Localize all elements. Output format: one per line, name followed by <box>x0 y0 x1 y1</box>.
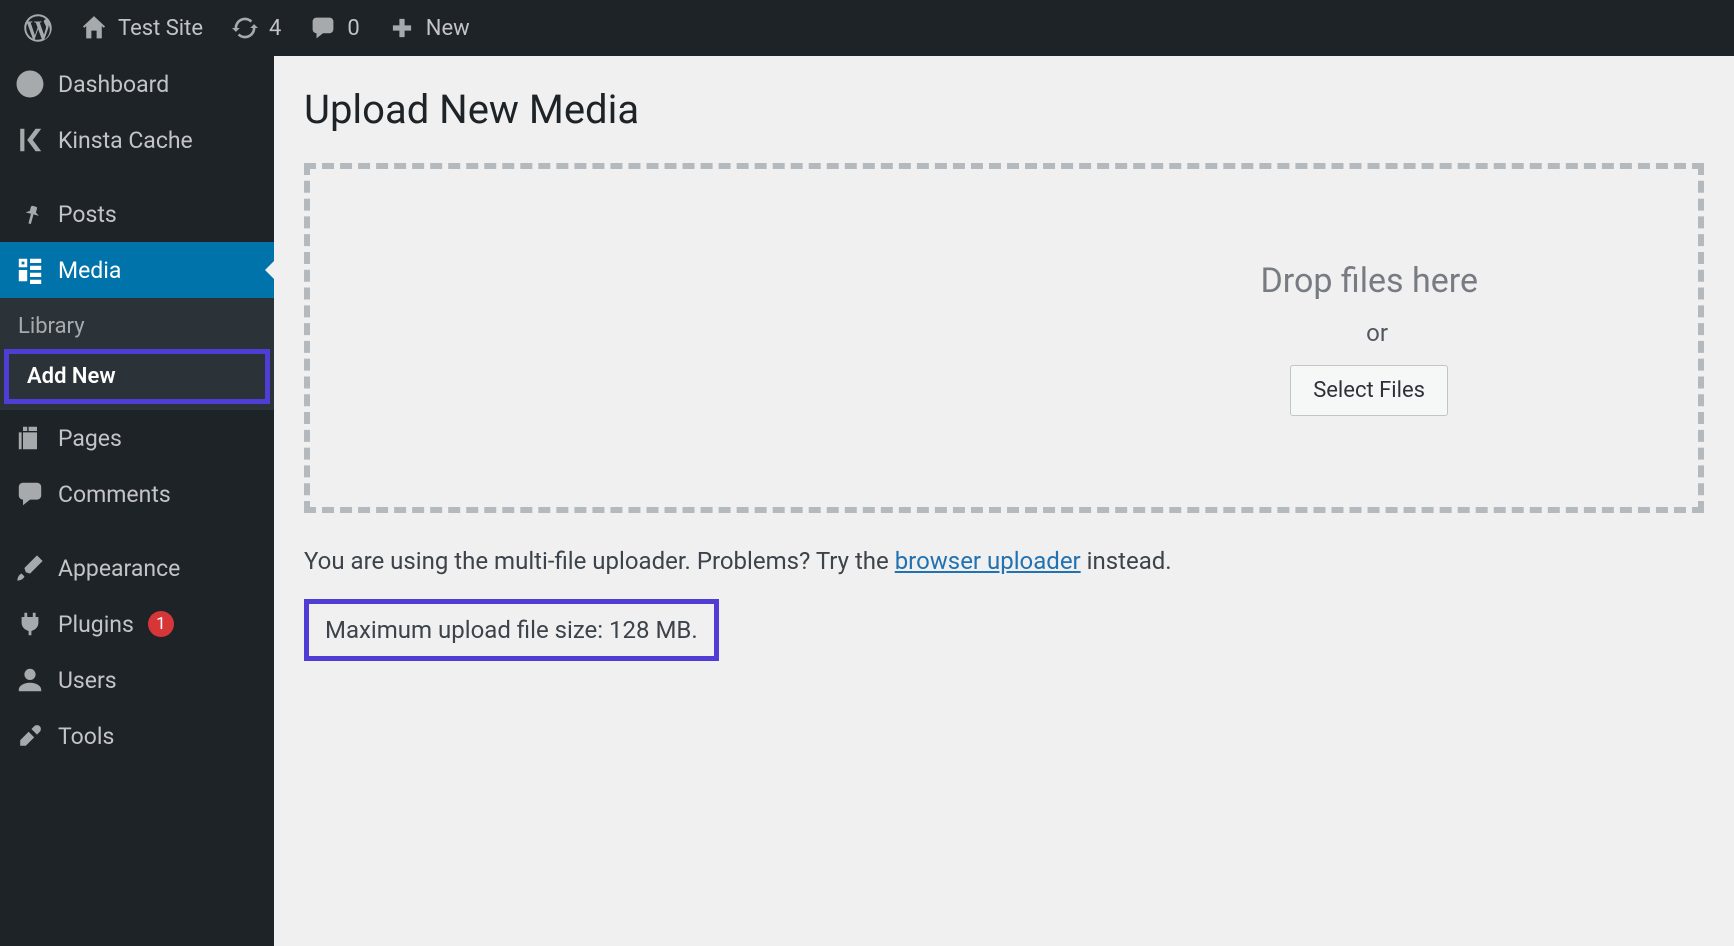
sidebar-subitem-add-new[interactable]: Add New <box>4 349 270 404</box>
menu-separator <box>0 168 274 186</box>
brush-icon <box>16 554 44 582</box>
comments-count: 0 <box>347 16 359 41</box>
plug-icon <box>16 610 44 638</box>
sidebar-item-posts[interactable]: Posts <box>0 186 274 242</box>
new-content-link[interactable]: New <box>374 0 484 56</box>
site-name-label: Test Site <box>118 16 203 41</box>
wp-logo[interactable] <box>10 0 66 56</box>
comments-link[interactable]: 0 <box>295 0 373 56</box>
sidebar-item-pages[interactable]: Pages <box>0 410 274 466</box>
admin-toolbar: Test Site 4 0 New <box>0 0 1734 56</box>
sidebar-item-label: Pages <box>58 425 122 452</box>
wordpress-icon <box>24 14 52 42</box>
menu-separator <box>0 522 274 540</box>
sidebar-item-media[interactable]: Media <box>0 242 274 298</box>
sidebar-item-label: Users <box>58 667 117 694</box>
admin-sidebar: Dashboard Kinsta Cache Posts Media Libra… <box>0 56 274 946</box>
pushpin-icon <box>16 200 44 228</box>
media-submenu: Library Add New <box>0 298 274 410</box>
wrench-icon <box>16 722 44 750</box>
uploader-info: You are using the multi-file uploader. P… <box>304 547 1704 575</box>
sidebar-item-dashboard[interactable]: Dashboard <box>0 56 274 112</box>
sidebar-item-label: Tools <box>58 723 114 750</box>
comments-icon <box>16 480 44 508</box>
sidebar-item-label: Plugins <box>58 611 134 638</box>
upload-dropzone[interactable]: Drop files here or Select Files <box>304 163 1704 513</box>
home-icon <box>80 14 108 42</box>
sidebar-item-label: Comments <box>58 481 171 508</box>
sidebar-item-label: Appearance <box>58 555 180 582</box>
sidebar-item-comments[interactable]: Comments <box>0 466 274 522</box>
updates-link[interactable]: 4 <box>217 0 295 56</box>
update-icon <box>231 14 259 42</box>
sidebar-item-users[interactable]: Users <box>0 652 274 708</box>
drop-or: or <box>1366 319 1388 347</box>
sidebar-item-label: Posts <box>58 201 117 228</box>
info-text-before: You are using the multi-file uploader. P… <box>304 547 895 575</box>
info-text-after: instead. <box>1081 547 1172 575</box>
dashboard-icon <box>16 70 44 98</box>
sidebar-item-plugins[interactable]: Plugins 1 <box>0 596 274 652</box>
sidebar-item-label: Media <box>58 257 121 284</box>
main-content: Upload New Media Drop files here or Sele… <box>274 56 1734 946</box>
plus-icon <box>388 14 416 42</box>
browser-uploader-link[interactable]: browser uploader <box>895 547 1081 575</box>
sidebar-item-appearance[interactable]: Appearance <box>0 540 274 596</box>
max-upload-size: Maximum upload file size: 128 MB. <box>304 599 719 661</box>
sidebar-item-tools[interactable]: Tools <box>0 708 274 764</box>
sidebar-subitem-library[interactable]: Library <box>0 304 274 349</box>
drop-message: Drop files here <box>1260 261 1478 301</box>
user-icon <box>16 666 44 694</box>
select-files-button[interactable]: Select Files <box>1290 365 1448 416</box>
new-label: New <box>426 16 470 41</box>
kinsta-icon <box>16 126 44 154</box>
pages-icon <box>16 424 44 452</box>
media-icon <box>16 256 44 284</box>
plugins-update-badge: 1 <box>148 611 174 637</box>
sidebar-item-kinsta[interactable]: Kinsta Cache <box>0 112 274 168</box>
comment-icon <box>309 14 337 42</box>
sidebar-item-label: Dashboard <box>58 71 169 98</box>
sidebar-item-label: Kinsta Cache <box>58 127 193 154</box>
site-name-link[interactable]: Test Site <box>66 0 217 56</box>
page-title: Upload New Media <box>304 86 1704 133</box>
updates-count: 4 <box>269 16 281 41</box>
